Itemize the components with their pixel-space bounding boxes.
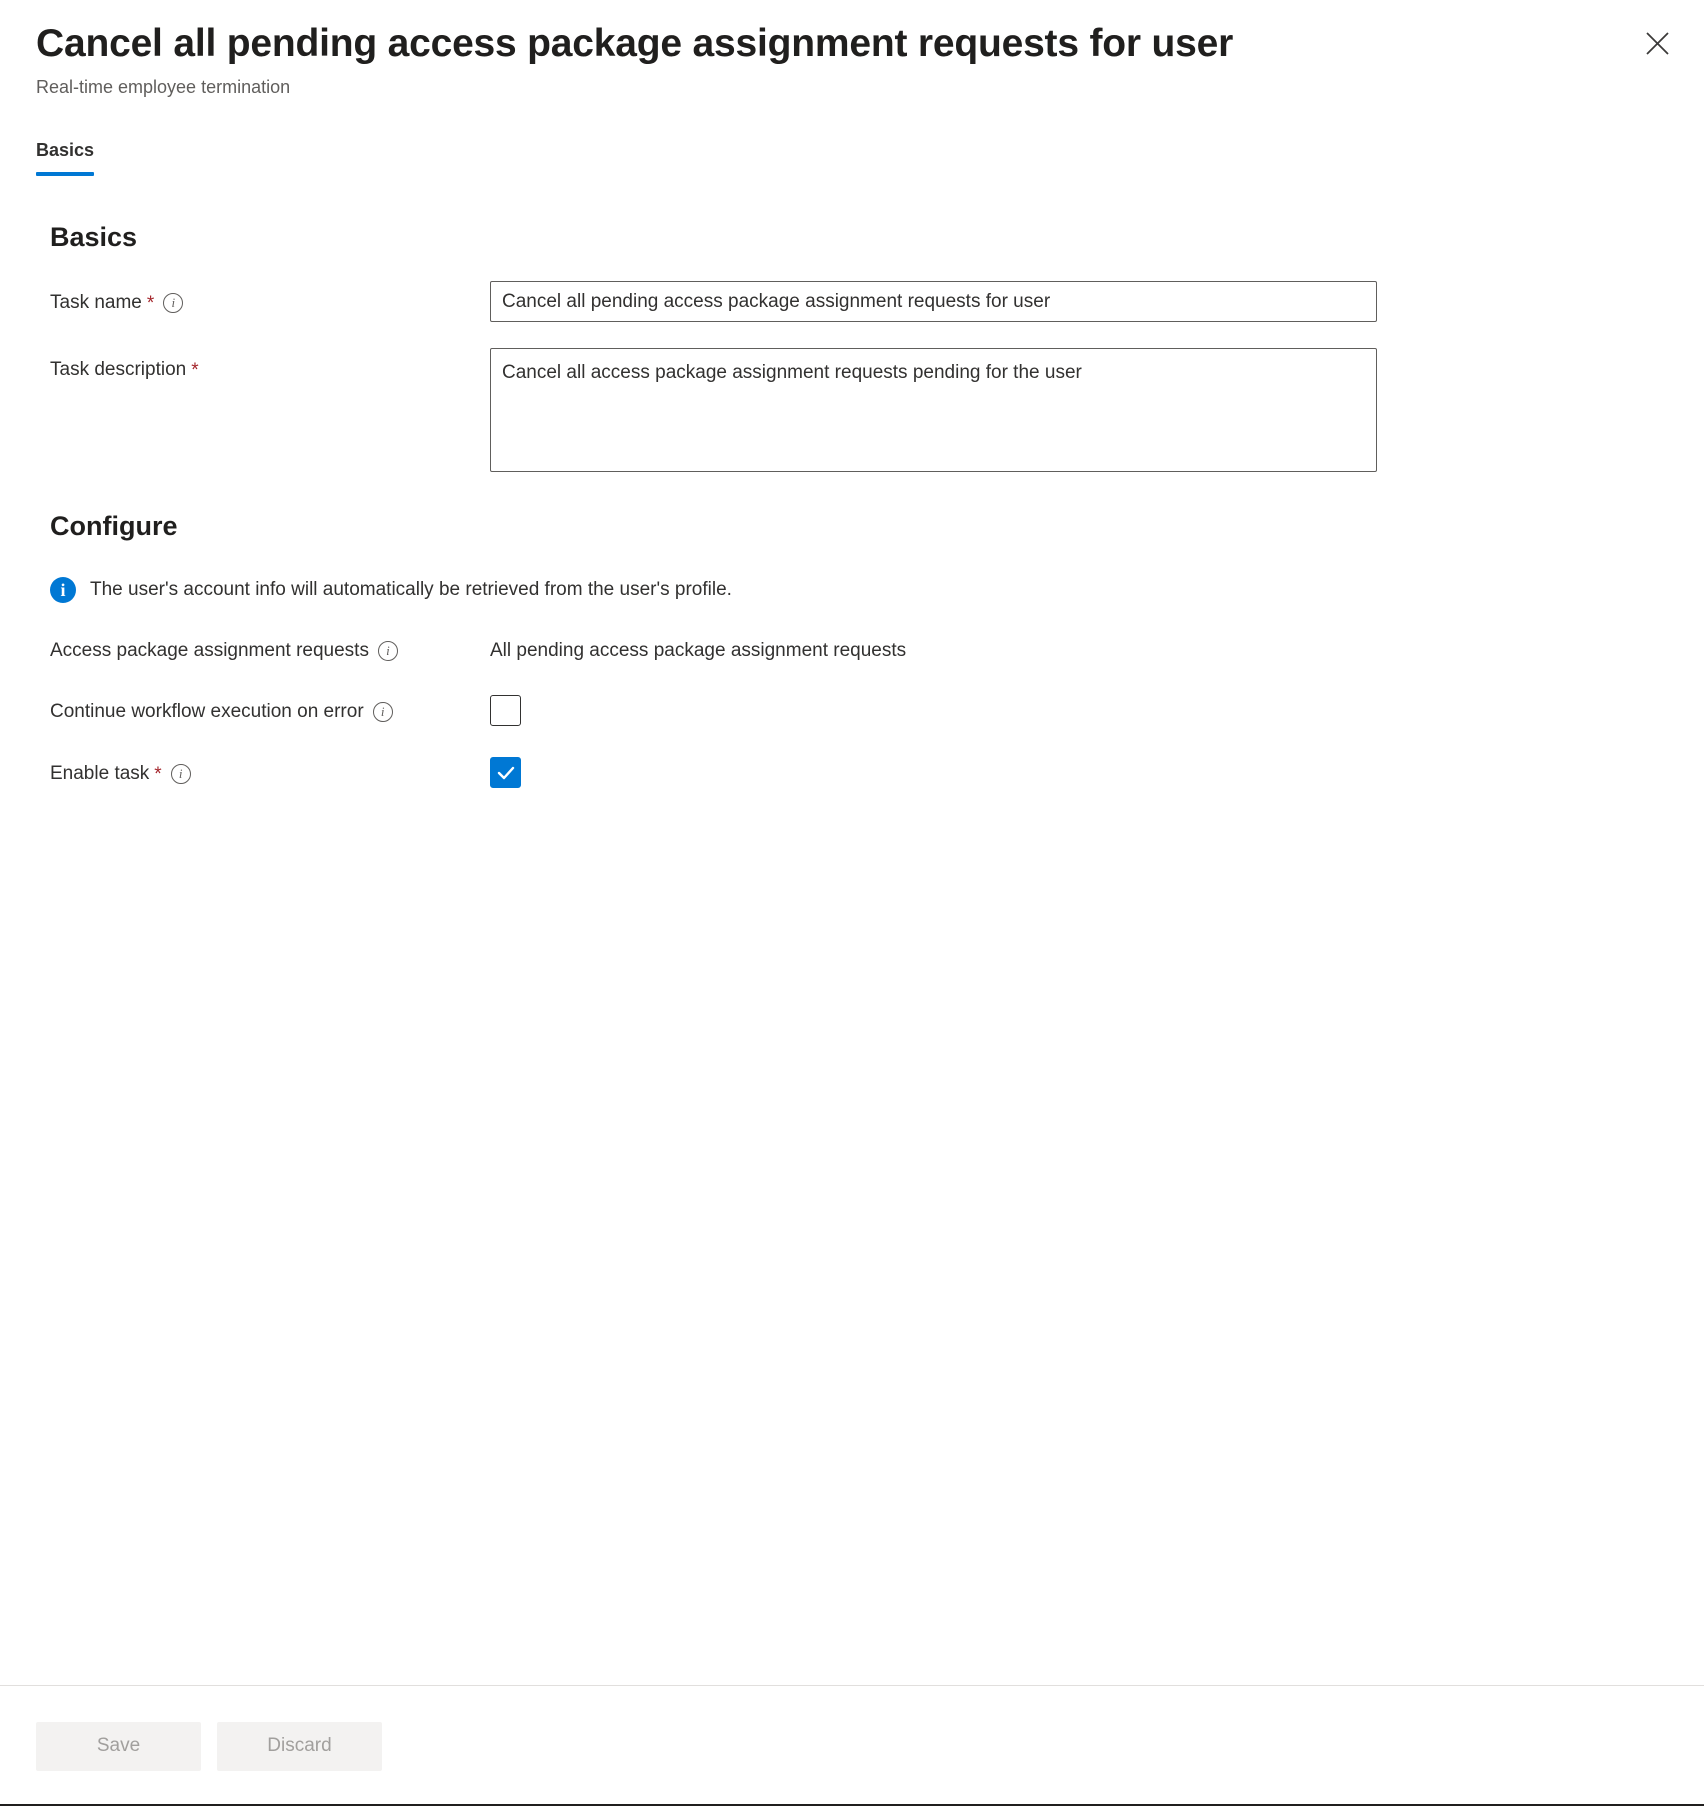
enable-task-label: Enable task * i bbox=[50, 752, 490, 787]
form-row-enable-task: Enable task * i bbox=[36, 752, 1668, 788]
continue-on-error-checkbox[interactable] bbox=[490, 695, 521, 726]
discard-button[interactable]: Discard bbox=[217, 1721, 382, 1771]
page-subtitle: Real-time employee termination bbox=[36, 77, 291, 97]
section-heading-basics: Basics bbox=[50, 222, 138, 252]
access-package-requests-value: All pending access package assignment re… bbox=[490, 640, 907, 661]
continue-on-error-info-icon[interactable]: i bbox=[372, 702, 393, 722]
task-name-required-marker: * bbox=[146, 292, 155, 314]
page-title: Cancel all pending access package assign… bbox=[36, 22, 1234, 65]
access-package-requests-info-icon[interactable]: i bbox=[377, 641, 398, 661]
close-button[interactable] bbox=[1634, 20, 1680, 66]
enable-task-required-marker: * bbox=[154, 763, 162, 785]
access-package-requests-label: Access package assignment requests i bbox=[50, 629, 490, 664]
info-banner: i The user's account info will automatic… bbox=[36, 577, 1668, 603]
tab-list: Basics bbox=[0, 138, 1704, 176]
task-name-label-text: Task name bbox=[50, 292, 142, 313]
task-name-label: Task name * i bbox=[50, 281, 490, 316]
blade-content: Basics Task name * i Task description * … bbox=[0, 219, 1704, 788]
continue-on-error-label-text: Continue workflow execution on error bbox=[50, 701, 364, 722]
tab-basics[interactable]: Basics bbox=[36, 138, 95, 176]
task-name-input[interactable] bbox=[490, 281, 1377, 322]
close-icon bbox=[1644, 30, 1671, 57]
checkmark-icon bbox=[497, 766, 514, 779]
blade-footer: Save Discard bbox=[0, 1685, 1704, 1806]
blade-header: Cancel all pending access package assign… bbox=[0, 0, 1704, 100]
task-description-required-marker: * bbox=[191, 359, 199, 381]
task-description-label-text: Task description bbox=[50, 359, 187, 380]
form-row-access-package-requests: Access package assignment requests i All… bbox=[36, 629, 1668, 664]
enable-task-label-text: Enable task bbox=[50, 763, 150, 784]
save-button[interactable]: Save bbox=[36, 1721, 201, 1771]
access-package-requests-label-text: Access package assignment requests bbox=[50, 640, 369, 661]
enable-task-info-icon[interactable]: i bbox=[170, 764, 191, 784]
task-name-info-icon[interactable]: i bbox=[163, 293, 184, 313]
info-banner-text: The user's account info will automatical… bbox=[90, 579, 732, 600]
form-row-continue-on-error: Continue workflow execution on error i bbox=[36, 690, 1668, 726]
task-description-input[interactable] bbox=[490, 348, 1377, 472]
enable-task-checkbox[interactable] bbox=[490, 757, 521, 788]
form-row-task-name: Task name * i bbox=[36, 281, 1668, 322]
info-icon: i bbox=[50, 577, 76, 603]
continue-on-error-label: Continue workflow execution on error i bbox=[50, 690, 490, 725]
section-heading-configure: Configure bbox=[50, 511, 178, 541]
form-row-task-description: Task description * bbox=[36, 348, 1668, 472]
task-description-label: Task description * bbox=[50, 348, 490, 383]
